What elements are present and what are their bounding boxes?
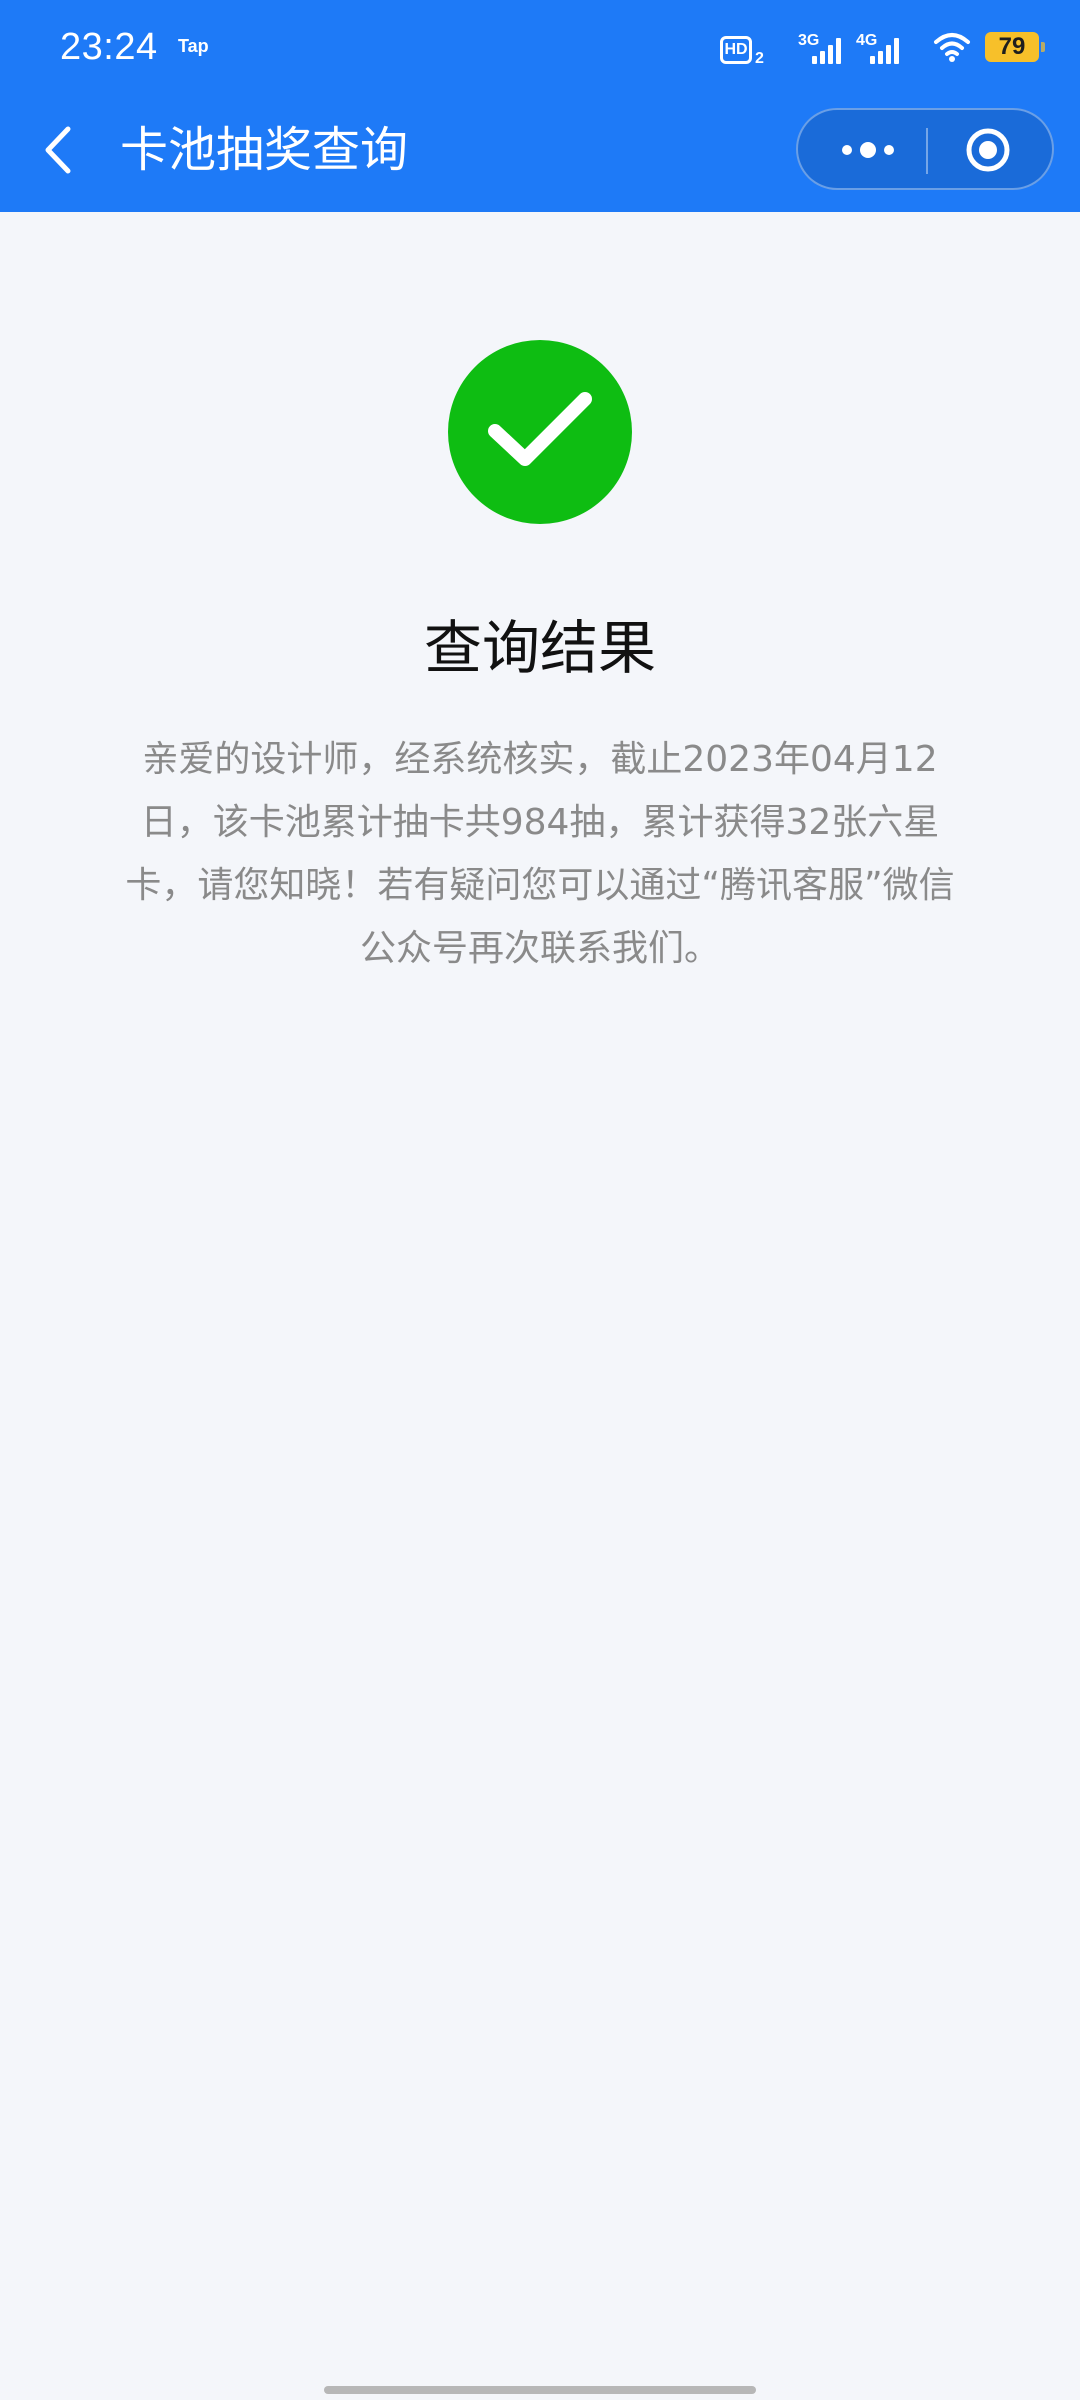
mini-program-capsule (796, 108, 1054, 190)
signal-4g-icon (870, 38, 906, 64)
signal-3g-icon (812, 38, 848, 64)
status-time: 23:24 (60, 26, 158, 68)
hd-icon: HD (720, 36, 752, 64)
more-button[interactable] (820, 110, 916, 190)
result-title: 查询结果 (423, 614, 656, 682)
more-dots-icon (860, 142, 876, 158)
success-badge (448, 340, 632, 524)
app-tag: Tap (178, 36, 209, 56)
wifi-icon (934, 33, 970, 62)
navigation-bar: 卡池抽奖查询 (0, 100, 1080, 212)
home-indicator[interactable] (324, 2386, 756, 2394)
status-bar: 23:24 Tap HD 2 3G 4G 79 (0, 0, 1080, 100)
back-chevron-icon (45, 126, 71, 174)
back-button[interactable] (36, 124, 80, 176)
page-title: 卡池抽奖查询 (120, 122, 409, 178)
result-description: 亲爱的设计师，经系统核实，截止2023年04月12日，该卡池累计抽卡共984抽，… (125, 739, 955, 969)
target-icon[interactable] (966, 128, 1010, 172)
hd-sub-label: 2 (755, 50, 764, 67)
capsule-divider (926, 128, 928, 174)
check-circle-icon (488, 392, 592, 466)
battery-indicator: 79 (985, 32, 1045, 62)
app-header: 23:24 Tap HD 2 3G 4G 79 卡池抽奖查询 (0, 0, 1080, 212)
